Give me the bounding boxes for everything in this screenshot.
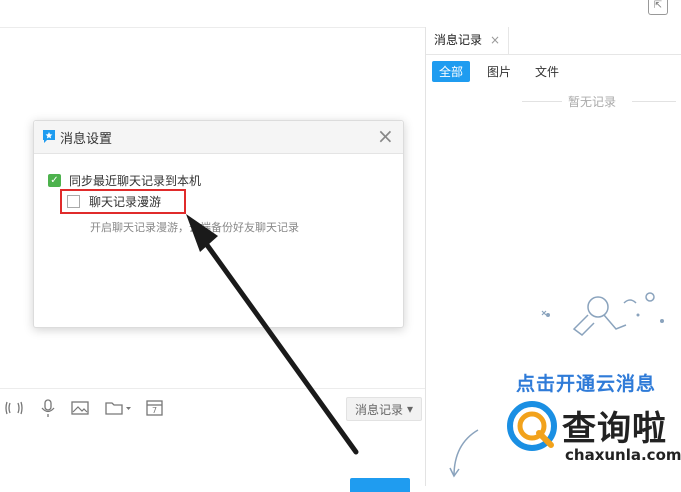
close-icon[interactable]: × — [490, 27, 500, 54]
folder-icon[interactable] — [104, 399, 132, 417]
filter-all[interactable]: 全部 — [432, 61, 471, 82]
watermark-brand: 查询啦 — [562, 409, 667, 449]
top-strip — [0, 0, 681, 28]
history-button-label: 消息记录 — [354, 402, 403, 417]
roam-checkbox[interactable] — [67, 195, 80, 208]
empty-text: 暂无记录 — [568, 95, 617, 109]
promo-title[interactable]: 点击开通云消息 — [516, 369, 656, 396]
divider — [632, 101, 676, 102]
sync-checkbox-row[interactable]: ✓ 同步最近聊天记录到本机 — [48, 172, 201, 189]
history-tabbar: 消息记录 × — [426, 27, 681, 55]
star-badge-icon — [43, 130, 55, 143]
astronaut-illustration-icon — [541, 292, 664, 336]
image-icon[interactable] — [70, 399, 90, 417]
message-settings-dialog: 消息设置 × ✓ 同步最近聊天记录到本机 聊天记录漫游 开启聊天记录漫游，云端备… — [33, 120, 404, 328]
collapse-icon[interactable]: ⇱ — [648, 0, 668, 15]
chevron-down-icon: ▾ — [406, 402, 414, 416]
roam-description: 开启聊天记录漫游，云端备份好友聊天记录 — [90, 221, 299, 234]
tab-label: 消息记录 — [434, 33, 483, 47]
chaxunla-logo-icon — [507, 401, 557, 451]
send-button[interactable] — [350, 478, 410, 492]
roam-checkbox-row[interactable]: 聊天记录漫游 — [60, 189, 186, 214]
checkbox-checked[interactable]: ✓ — [48, 174, 61, 187]
dialog-header: 消息设置 × — [34, 121, 403, 154]
message-history-button[interactable]: 消息记录 ▾ — [346, 397, 422, 421]
mic-icon[interactable] — [38, 399, 58, 417]
tab-message-history[interactable]: 消息记录 × — [426, 27, 510, 54]
empty-state: 暂无记录 — [426, 93, 681, 109]
sync-label: 同步最近聊天记录到本机 — [69, 174, 202, 188]
watermark-domain: chaxunla.com — [565, 446, 681, 464]
filter-files[interactable]: 文件 — [528, 61, 566, 82]
divider — [522, 101, 562, 102]
dialog-title: 消息设置 — [60, 132, 113, 147]
close-icon[interactable]: × — [377, 125, 394, 147]
svg-text:7: 7 — [152, 406, 157, 415]
calendar-icon[interactable]: 7 — [145, 399, 165, 417]
roam-label: 聊天记录漫游 — [89, 195, 162, 209]
filter-images[interactable]: 图片 — [480, 61, 518, 82]
shake-icon[interactable] — [4, 399, 24, 417]
history-filters: 全部 图片 文件 — [432, 61, 566, 82]
